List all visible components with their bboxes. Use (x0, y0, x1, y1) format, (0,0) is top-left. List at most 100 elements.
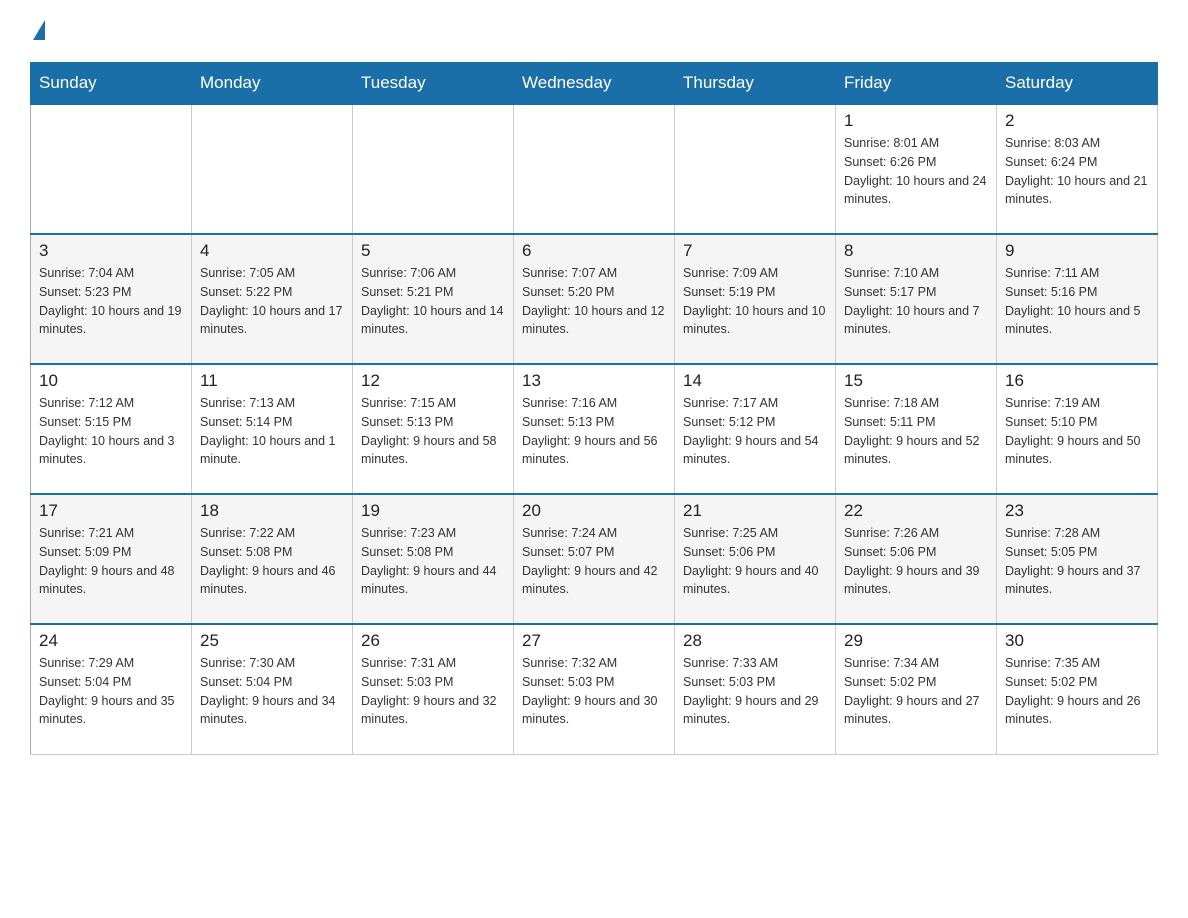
calendar-cell: 24 Sunrise: 7:29 AMSunset: 5:04 PMDayligh… (31, 624, 192, 754)
day-number: 13 (522, 371, 666, 391)
weekday-header-row: SundayMondayTuesdayWednesdayThursdayFrid… (31, 63, 1158, 105)
weekday-header-monday: Monday (192, 63, 353, 105)
calendar-cell: 10 Sunrise: 7:12 AMSunset: 5:15 PMDayligh… (31, 364, 192, 494)
day-info: Sunrise: 7:22 AMSunset: 5:08 PMDaylight:… (200, 524, 344, 599)
day-info: Sunrise: 7:06 AMSunset: 5:21 PMDaylight:… (361, 264, 505, 339)
logo-triangle-icon (33, 20, 45, 40)
calendar-cell: 20 Sunrise: 7:24 AMSunset: 5:07 PMDayligh… (514, 494, 675, 624)
day-number: 11 (200, 371, 344, 391)
calendar-cell: 27 Sunrise: 7:32 AMSunset: 5:03 PMDayligh… (514, 624, 675, 754)
day-info: Sunrise: 7:17 AMSunset: 5:12 PMDaylight:… (683, 394, 827, 469)
calendar-cell: 3 Sunrise: 7:04 AMSunset: 5:23 PMDaylight… (31, 234, 192, 364)
page-header (30, 20, 1158, 42)
weekday-header-sunday: Sunday (31, 63, 192, 105)
day-number: 15 (844, 371, 988, 391)
day-number: 6 (522, 241, 666, 261)
day-number: 28 (683, 631, 827, 651)
calendar-cell: 9Sunrise: 7:11 AMSunset: 5:16 PMDaylight… (997, 234, 1158, 364)
day-number: 24 (39, 631, 183, 651)
calendar-cell (675, 104, 836, 234)
calendar-cell: 5 Sunrise: 7:06 AMSunset: 5:21 PMDaylight… (353, 234, 514, 364)
weekday-header-wednesday: Wednesday (514, 63, 675, 105)
calendar-cell: 14 Sunrise: 7:17 AMSunset: 5:12 PMDayligh… (675, 364, 836, 494)
calendar-cell: 6 Sunrise: 7:07 AMSunset: 5:20 PMDaylight… (514, 234, 675, 364)
day-number: 8 (844, 241, 988, 261)
day-number: 10 (39, 371, 183, 391)
calendar-cell: 26 Sunrise: 7:31 AMSunset: 5:03 PMDayligh… (353, 624, 514, 754)
day-number: 3 (39, 241, 183, 261)
day-info: Sunrise: 7:18 AMSunset: 5:11 PMDaylight:… (844, 394, 988, 469)
day-number: 2 (1005, 111, 1149, 131)
day-info: Sunrise: 7:12 AMSunset: 5:15 PMDaylight:… (39, 394, 183, 469)
day-info: Sunrise: 7:09 AMSunset: 5:19 PMDaylight:… (683, 264, 827, 339)
day-info: Sunrise: 7:19 AMSunset: 5:10 PMDaylight:… (1005, 394, 1149, 469)
week-row-3: 10 Sunrise: 7:12 AMSunset: 5:15 PMDayligh… (31, 364, 1158, 494)
day-number: 20 (522, 501, 666, 521)
week-row-5: 24 Sunrise: 7:29 AMSunset: 5:04 PMDayligh… (31, 624, 1158, 754)
calendar-cell: 7 Sunrise: 7:09 AMSunset: 5:19 PMDaylight… (675, 234, 836, 364)
day-info: Sunrise: 7:26 AMSunset: 5:06 PMDaylight:… (844, 524, 988, 599)
day-info: Sunrise: 7:05 AMSunset: 5:22 PMDaylight:… (200, 264, 344, 339)
day-number: 16 (1005, 371, 1149, 391)
day-info: Sunrise: 7:21 AMSunset: 5:09 PMDaylight:… (39, 524, 183, 599)
day-info: Sunrise: 8:01 AMSunset: 6:26 PMDaylight:… (844, 134, 988, 209)
calendar-cell: 25Sunrise: 7:30 AMSunset: 5:04 PMDayligh… (192, 624, 353, 754)
day-info: Sunrise: 7:29 AMSunset: 5:04 PMDaylight:… (39, 654, 183, 729)
day-info: Sunrise: 7:13 AMSunset: 5:14 PMDaylight:… (200, 394, 344, 469)
day-number: 26 (361, 631, 505, 651)
calendar-cell (192, 104, 353, 234)
day-number: 25 (200, 631, 344, 651)
day-number: 9 (1005, 241, 1149, 261)
day-number: 30 (1005, 631, 1149, 651)
calendar-cell (353, 104, 514, 234)
calendar-cell (31, 104, 192, 234)
day-number: 17 (39, 501, 183, 521)
calendar-cell: 22 Sunrise: 7:26 AMSunset: 5:06 PMDayligh… (836, 494, 997, 624)
day-info: Sunrise: 7:10 AMSunset: 5:17 PMDaylight:… (844, 264, 988, 339)
calendar-cell: 4Sunrise: 7:05 AMSunset: 5:22 PMDaylight… (192, 234, 353, 364)
calendar-cell: 12Sunrise: 7:15 AMSunset: 5:13 PMDayligh… (353, 364, 514, 494)
day-info: Sunrise: 7:07 AMSunset: 5:20 PMDaylight:… (522, 264, 666, 339)
calendar-cell: 15 Sunrise: 7:18 AMSunset: 5:11 PMDayligh… (836, 364, 997, 494)
day-number: 19 (361, 501, 505, 521)
week-row-2: 3 Sunrise: 7:04 AMSunset: 5:23 PMDaylight… (31, 234, 1158, 364)
day-number: 21 (683, 501, 827, 521)
day-info: Sunrise: 7:34 AMSunset: 5:02 PMDaylight:… (844, 654, 988, 729)
weekday-header-thursday: Thursday (675, 63, 836, 105)
calendar-cell: 11 Sunrise: 7:13 AMSunset: 5:14 PMDayligh… (192, 364, 353, 494)
day-info: Sunrise: 7:04 AMSunset: 5:23 PMDaylight:… (39, 264, 183, 339)
calendar-cell: 1Sunrise: 8:01 AMSunset: 6:26 PMDaylight… (836, 104, 997, 234)
calendar-cell: 23 Sunrise: 7:28 AMSunset: 5:05 PMDayligh… (997, 494, 1158, 624)
calendar-cell: 2 Sunrise: 8:03 AMSunset: 6:24 PMDaylight… (997, 104, 1158, 234)
calendar-cell: 28Sunrise: 7:33 AMSunset: 5:03 PMDayligh… (675, 624, 836, 754)
day-number: 18 (200, 501, 344, 521)
day-info: Sunrise: 7:32 AMSunset: 5:03 PMDaylight:… (522, 654, 666, 729)
day-info: Sunrise: 7:24 AMSunset: 5:07 PMDaylight:… (522, 524, 666, 599)
day-number: 14 (683, 371, 827, 391)
calendar-cell: 13 Sunrise: 7:16 AMSunset: 5:13 PMDayligh… (514, 364, 675, 494)
day-info: Sunrise: 8:03 AMSunset: 6:24 PMDaylight:… (1005, 134, 1149, 209)
day-number: 22 (844, 501, 988, 521)
logo (30, 20, 45, 42)
calendar-cell: 21 Sunrise: 7:25 AMSunset: 5:06 PMDayligh… (675, 494, 836, 624)
day-number: 7 (683, 241, 827, 261)
day-info: Sunrise: 7:25 AMSunset: 5:06 PMDaylight:… (683, 524, 827, 599)
day-info: Sunrise: 7:23 AMSunset: 5:08 PMDaylight:… (361, 524, 505, 599)
calendar-cell (514, 104, 675, 234)
calendar-cell: 16 Sunrise: 7:19 AMSunset: 5:10 PMDayligh… (997, 364, 1158, 494)
calendar-table: SundayMondayTuesdayWednesdayThursdayFrid… (30, 62, 1158, 755)
calendar-cell: 30Sunrise: 7:35 AMSunset: 5:02 PMDayligh… (997, 624, 1158, 754)
day-number: 27 (522, 631, 666, 651)
day-number: 29 (844, 631, 988, 651)
calendar-cell: 19 Sunrise: 7:23 AMSunset: 5:08 PMDayligh… (353, 494, 514, 624)
day-info: Sunrise: 7:28 AMSunset: 5:05 PMDaylight:… (1005, 524, 1149, 599)
week-row-4: 17 Sunrise: 7:21 AMSunset: 5:09 PMDayligh… (31, 494, 1158, 624)
day-info: Sunrise: 7:31 AMSunset: 5:03 PMDaylight:… (361, 654, 505, 729)
calendar-cell: 8 Sunrise: 7:10 AMSunset: 5:17 PMDaylight… (836, 234, 997, 364)
day-info: Sunrise: 7:16 AMSunset: 5:13 PMDaylight:… (522, 394, 666, 469)
week-row-1: 1Sunrise: 8:01 AMSunset: 6:26 PMDaylight… (31, 104, 1158, 234)
weekday-header-friday: Friday (836, 63, 997, 105)
day-number: 23 (1005, 501, 1149, 521)
day-number: 5 (361, 241, 505, 261)
day-number: 12 (361, 371, 505, 391)
